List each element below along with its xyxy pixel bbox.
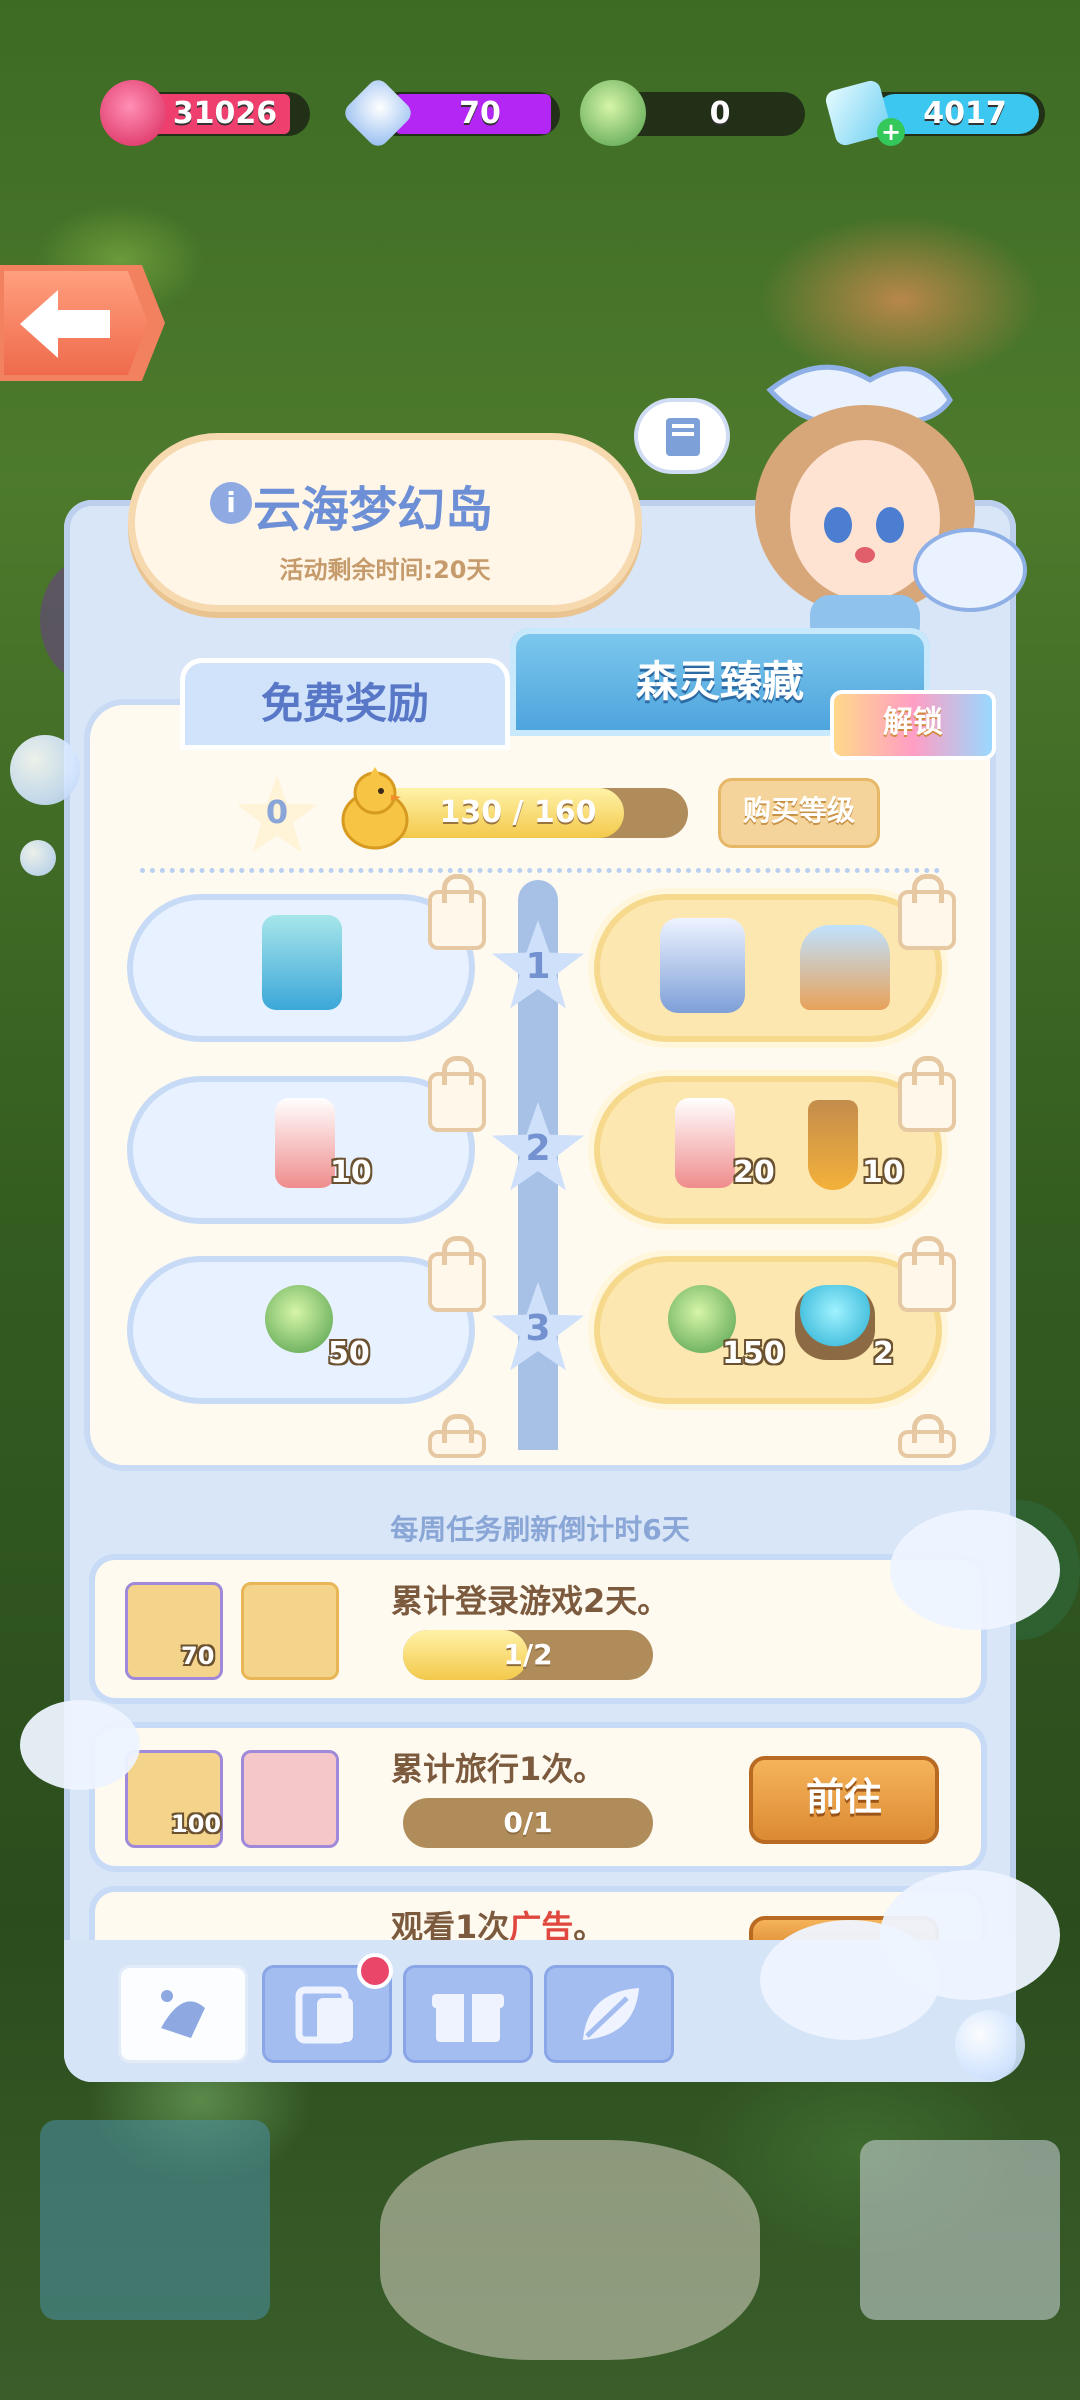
- red-potion-icon: [100, 80, 166, 146]
- reward-quantity: 20: [733, 1155, 775, 1190]
- tier-number: 2: [525, 1128, 551, 1169]
- nav-gift-button[interactable]: [403, 1965, 533, 2063]
- tier-3-premium-reward[interactable]: [600, 1262, 936, 1398]
- resource-value: 70: [459, 96, 501, 131]
- current-level: 0: [265, 793, 289, 831]
- chick-exp-icon: [341, 767, 409, 850]
- frost-house-icon: [660, 918, 745, 1013]
- resource-red-potion[interactable]: 31026: [100, 80, 310, 146]
- decor-bubble: [955, 2010, 1025, 2080]
- gift-icon: [432, 1994, 504, 2042]
- tab-free-rewards-label: 免费奖励: [260, 679, 429, 728]
- reward-quantity: 50: [328, 1336, 370, 1371]
- lock-icon: [428, 874, 486, 950]
- background-building: [40, 2120, 270, 2320]
- resource-star-gem[interactable]: 70: [340, 75, 560, 151]
- tier-number: 3: [525, 1308, 551, 1349]
- lock-icon: [428, 1236, 486, 1312]
- decor-cloud: [880, 1870, 1060, 2000]
- decor-cloud: [20, 1700, 140, 1790]
- lock-icon: [428, 1414, 486, 1458]
- event-remaining-time: 活动剩余时间:20天: [279, 556, 491, 584]
- task-card: 70 累计登录游戏2天。 1/2: [95, 1560, 981, 1698]
- nav-candy-button[interactable]: [118, 1965, 248, 2063]
- resource-value: 0: [709, 96, 731, 131]
- decor-cloud: [890, 1510, 1060, 1630]
- lock-icon: [898, 874, 956, 950]
- green-orb-icon: [580, 80, 646, 146]
- resource-green-orb[interactable]: 0: [580, 80, 805, 146]
- tier-2-premium-reward[interactable]: [600, 1082, 936, 1218]
- lock-icon: [428, 1056, 486, 1132]
- resource-value: 31026: [172, 96, 278, 131]
- green-orb-icon: [265, 1285, 333, 1353]
- task-progress-text: 1/2: [503, 1638, 553, 1671]
- reward-quantity: 70: [181, 1642, 215, 1670]
- lock-icon: [898, 1414, 956, 1458]
- candy-icon: [161, 1990, 205, 2038]
- teal-cake-icon: [262, 915, 342, 1010]
- character-illustration: [755, 364, 1027, 645]
- task-title: 累计旅行1次。: [391, 1750, 606, 1788]
- resource-value: 4017: [923, 96, 1007, 131]
- reward-quantity: 10: [862, 1155, 904, 1190]
- go-button[interactable]: 前往: [749, 1756, 939, 1844]
- buy-level-button[interactable]: 购买等级: [718, 778, 880, 848]
- tier-number: 1: [525, 946, 551, 987]
- background-building: [860, 2140, 1060, 2320]
- unlock-button[interactable]: 解锁: [830, 690, 996, 760]
- info-icon[interactable]: i: [210, 482, 252, 524]
- event-title-card: i 云海梦幻岛 活动剩余时间:20天: [135, 440, 635, 605]
- koi-fish-icon: [241, 1750, 339, 1848]
- bottle-fan-icon: [675, 1098, 735, 1188]
- divider: [140, 868, 940, 873]
- notification-badge: [357, 1953, 393, 1989]
- star-stone-icon: [241, 1582, 339, 1680]
- broom-icon: [808, 1100, 858, 1190]
- task-progress-text: 0/1: [503, 1806, 553, 1839]
- star-stone-icon: [795, 1285, 875, 1360]
- decor-bubble: [20, 840, 56, 876]
- resource-diamond[interactable]: + 4017: [823, 78, 1050, 148]
- reward-quantity: 150: [722, 1336, 785, 1371]
- task-title: 累计登录游戏2天。: [391, 1582, 670, 1620]
- back-arrow-icon: [20, 290, 110, 358]
- decor-bubble: [10, 735, 80, 805]
- bottle-fan-icon: [275, 1098, 335, 1188]
- reward-quantity: 100: [171, 1810, 222, 1838]
- reward-quantity: 10: [330, 1155, 372, 1190]
- lock-icon: [898, 1236, 956, 1312]
- event-title: 云海梦幻岛: [253, 482, 494, 538]
- reward-quantity: 2: [873, 1336, 894, 1371]
- leaf-icon: [583, 1988, 639, 2040]
- tab-free-rewards[interactable]: 免费奖励: [180, 658, 510, 750]
- task-card: 100 累计旅行1次。 0/1 前往: [95, 1728, 981, 1866]
- lock-icon: [898, 1056, 956, 1132]
- nav-leaf-button[interactable]: [544, 1965, 674, 2063]
- sky-ship-icon: [800, 925, 890, 1010]
- background-dinosaur-skeleton: [380, 2140, 760, 2360]
- weekly-refresh-countdown: 每周任务刷新倒计时6天: [390, 1513, 690, 1546]
